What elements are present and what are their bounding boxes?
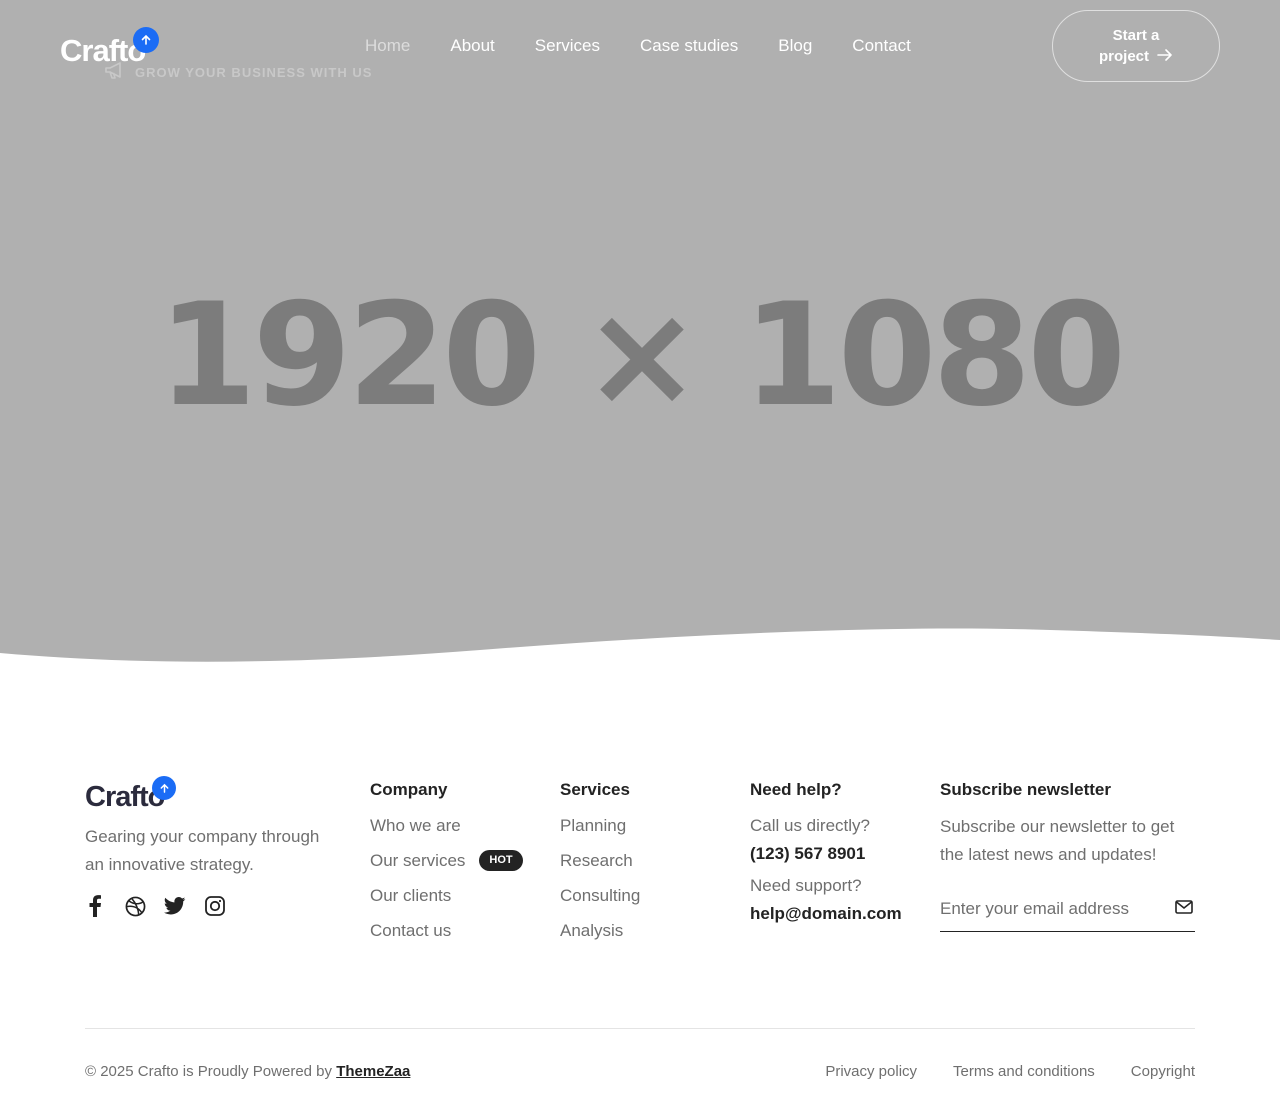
nav-services[interactable]: Services [535, 36, 600, 56]
arrow-up-icon [133, 27, 160, 53]
instagram-icon[interactable] [204, 895, 226, 917]
link-label: Who we are [370, 816, 461, 835]
link-analysis[interactable]: Analysis [560, 921, 640, 956]
dribbble-icon[interactable] [124, 895, 146, 917]
company-links: Who we are Our services HOT Our clients … [370, 816, 523, 956]
support-label: Need support? [750, 876, 862, 895]
link-planning[interactable]: Planning [560, 816, 640, 851]
footer-company-column: Company Who we are Our services HOT Our … [370, 780, 523, 956]
cta-line1: Start a [1112, 27, 1160, 44]
arrow-right-icon [1157, 46, 1173, 67]
newsletter-form [940, 886, 1195, 932]
footer-services-column: Services Planning Research Consulting An… [560, 780, 640, 956]
link-our-clients[interactable]: Our clients [370, 886, 523, 921]
footer-newsletter-column: Subscribe newsletter Subscribe our newsl… [940, 780, 1200, 869]
hero-tagline: GROW YOUR BUSINESS WITH US [104, 62, 372, 83]
link-consulting[interactable]: Consulting [560, 886, 640, 921]
terms-link[interactable]: Terms and conditions [953, 1063, 1095, 1080]
subscribe-button[interactable] [1173, 898, 1195, 920]
themezaa-link[interactable]: ThemeZaa [336, 1063, 410, 1080]
link-label: Research [560, 851, 633, 870]
call-label: Call us directly? [750, 816, 870, 835]
phone-link[interactable]: (123) 567 8901 [750, 844, 902, 864]
link-label: Contact us [370, 921, 452, 940]
cta-line2: project [1098, 48, 1149, 65]
link-who-we-are[interactable]: Who we are [370, 816, 523, 851]
column-title: Need help? [750, 780, 842, 799]
nav-blog[interactable]: Blog [778, 36, 812, 56]
twitter-icon[interactable] [164, 895, 186, 917]
footer-divider [85, 1028, 1195, 1029]
copyright-prefix: © 2025 Crafto is Proudly Powered by [85, 1063, 333, 1080]
column-title: Subscribe newsletter [940, 780, 1112, 799]
hero-section: 1920 × 1080 [0, 0, 1280, 700]
start-project-button[interactable]: Start a project [1052, 10, 1220, 82]
newsletter-text: Subscribe our newsletter to get the late… [940, 817, 1175, 864]
hot-badge: HOT [479, 850, 523, 871]
envelope-icon [1175, 900, 1193, 917]
nav-contact[interactable]: Contact [852, 36, 911, 56]
link-label: Our clients [370, 886, 452, 905]
link-contact-us[interactable]: Contact us [370, 921, 523, 956]
nav-case-studies[interactable]: Case studies [640, 36, 738, 56]
column-title: Company [370, 780, 448, 799]
social-links [84, 895, 226, 917]
nav-about[interactable]: About [450, 36, 494, 56]
footer-help-column: Need help? Call us directly? (123) 567 8… [750, 780, 902, 924]
footer-about-text: Gearing your company through an innovati… [85, 827, 320, 874]
support-email-link[interactable]: help@domain.com [750, 904, 902, 924]
services-links: Planning Research Consulting Analysis [560, 816, 640, 956]
hero-placeholder-image-text: 1920 × 1080 [157, 273, 1126, 438]
nav-home[interactable]: Home [365, 36, 410, 56]
footer-logo[interactable]: Crafto [85, 776, 177, 812]
arrow-up-icon [152, 776, 177, 800]
link-our-services[interactable]: Our services HOT [370, 850, 523, 886]
facebook-icon[interactable] [84, 895, 106, 917]
main-nav: Home About Services Case studies Blog Co… [365, 36, 911, 56]
copyright-text: © 2025 Crafto is Proudly Powered by Them… [85, 1063, 410, 1080]
tagline-text: GROW YOUR BUSINESS WITH US [135, 65, 373, 80]
link-label: Planning [560, 816, 627, 835]
privacy-policy-link[interactable]: Privacy policy [825, 1063, 917, 1080]
megaphone-icon [104, 62, 126, 83]
link-research[interactable]: Research [560, 851, 640, 886]
legal-links: Privacy policy Terms and conditions Copy… [825, 1063, 1195, 1080]
link-label: Our services [370, 851, 466, 870]
link-label: Consulting [560, 886, 641, 905]
hero-wave-divider [0, 628, 1280, 700]
column-title: Services [560, 780, 630, 799]
link-label: Analysis [560, 921, 624, 940]
email-input[interactable] [940, 898, 1160, 919]
copyright-link[interactable]: Copyright [1131, 1063, 1195, 1080]
